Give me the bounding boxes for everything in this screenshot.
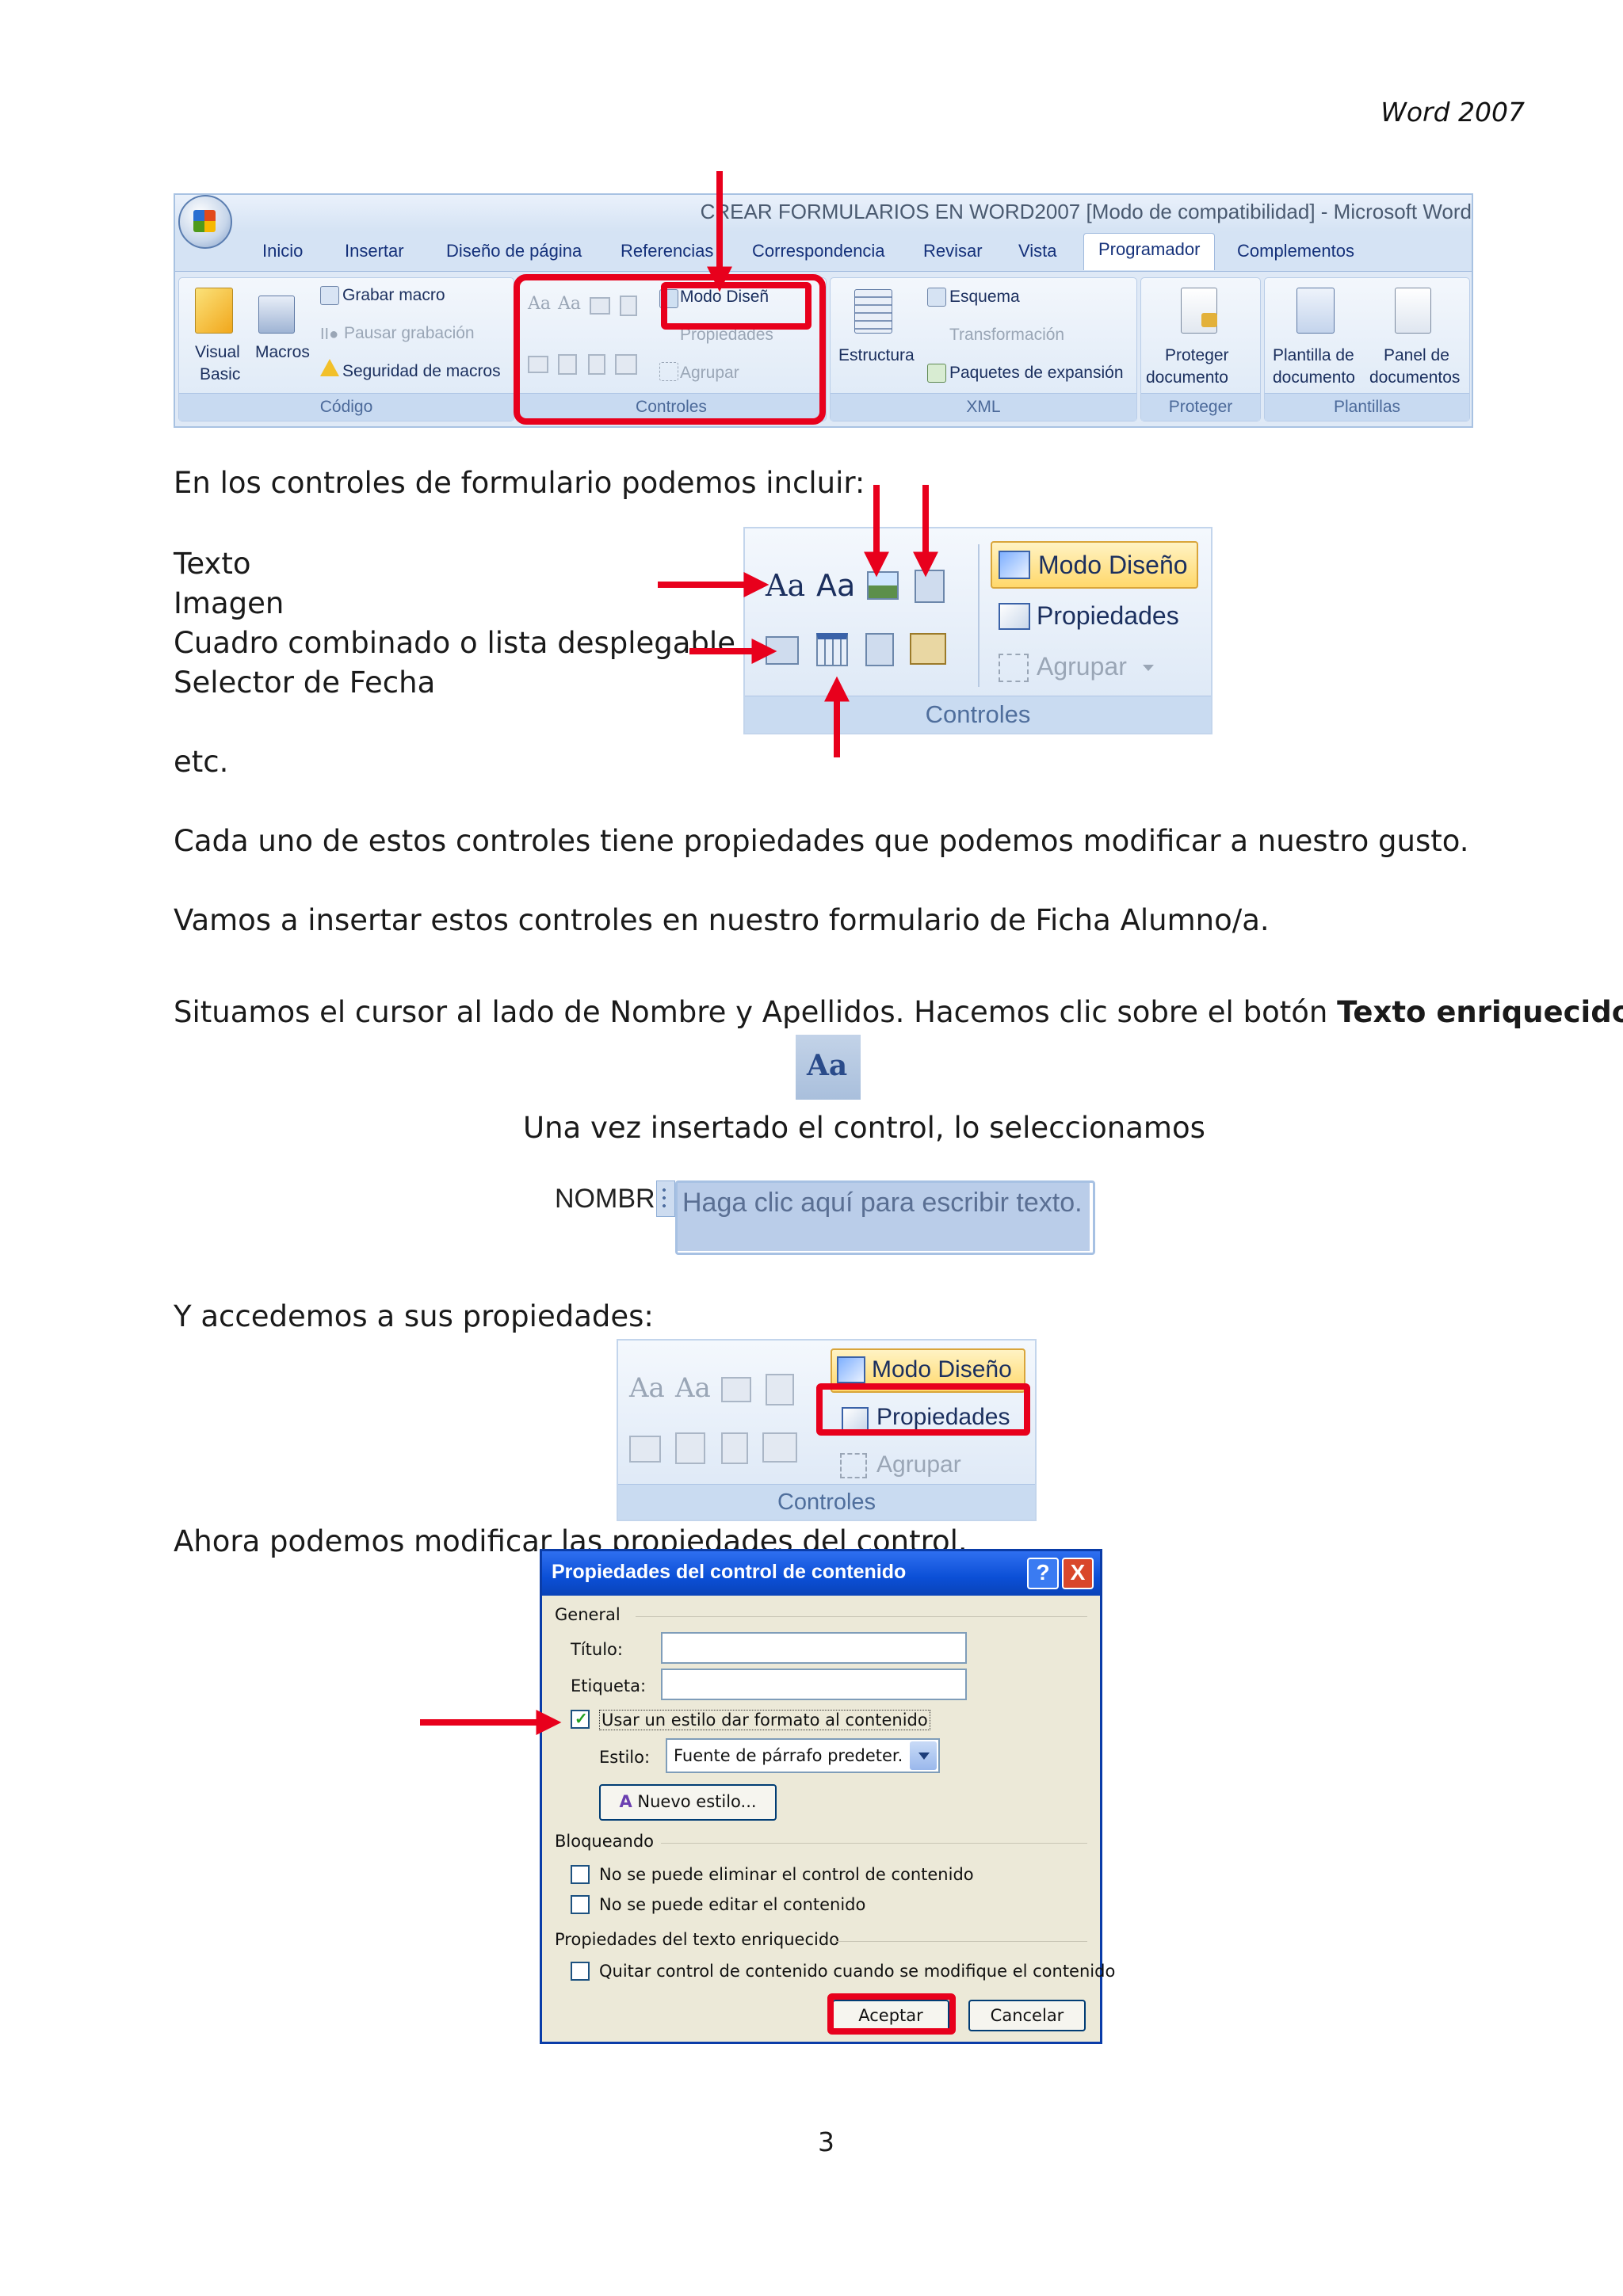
office-button[interactable] bbox=[178, 195, 232, 249]
page-number: 3 bbox=[818, 2126, 834, 2157]
annotation-arrows bbox=[420, 171, 938, 1735]
office-logo-icon bbox=[193, 210, 216, 232]
